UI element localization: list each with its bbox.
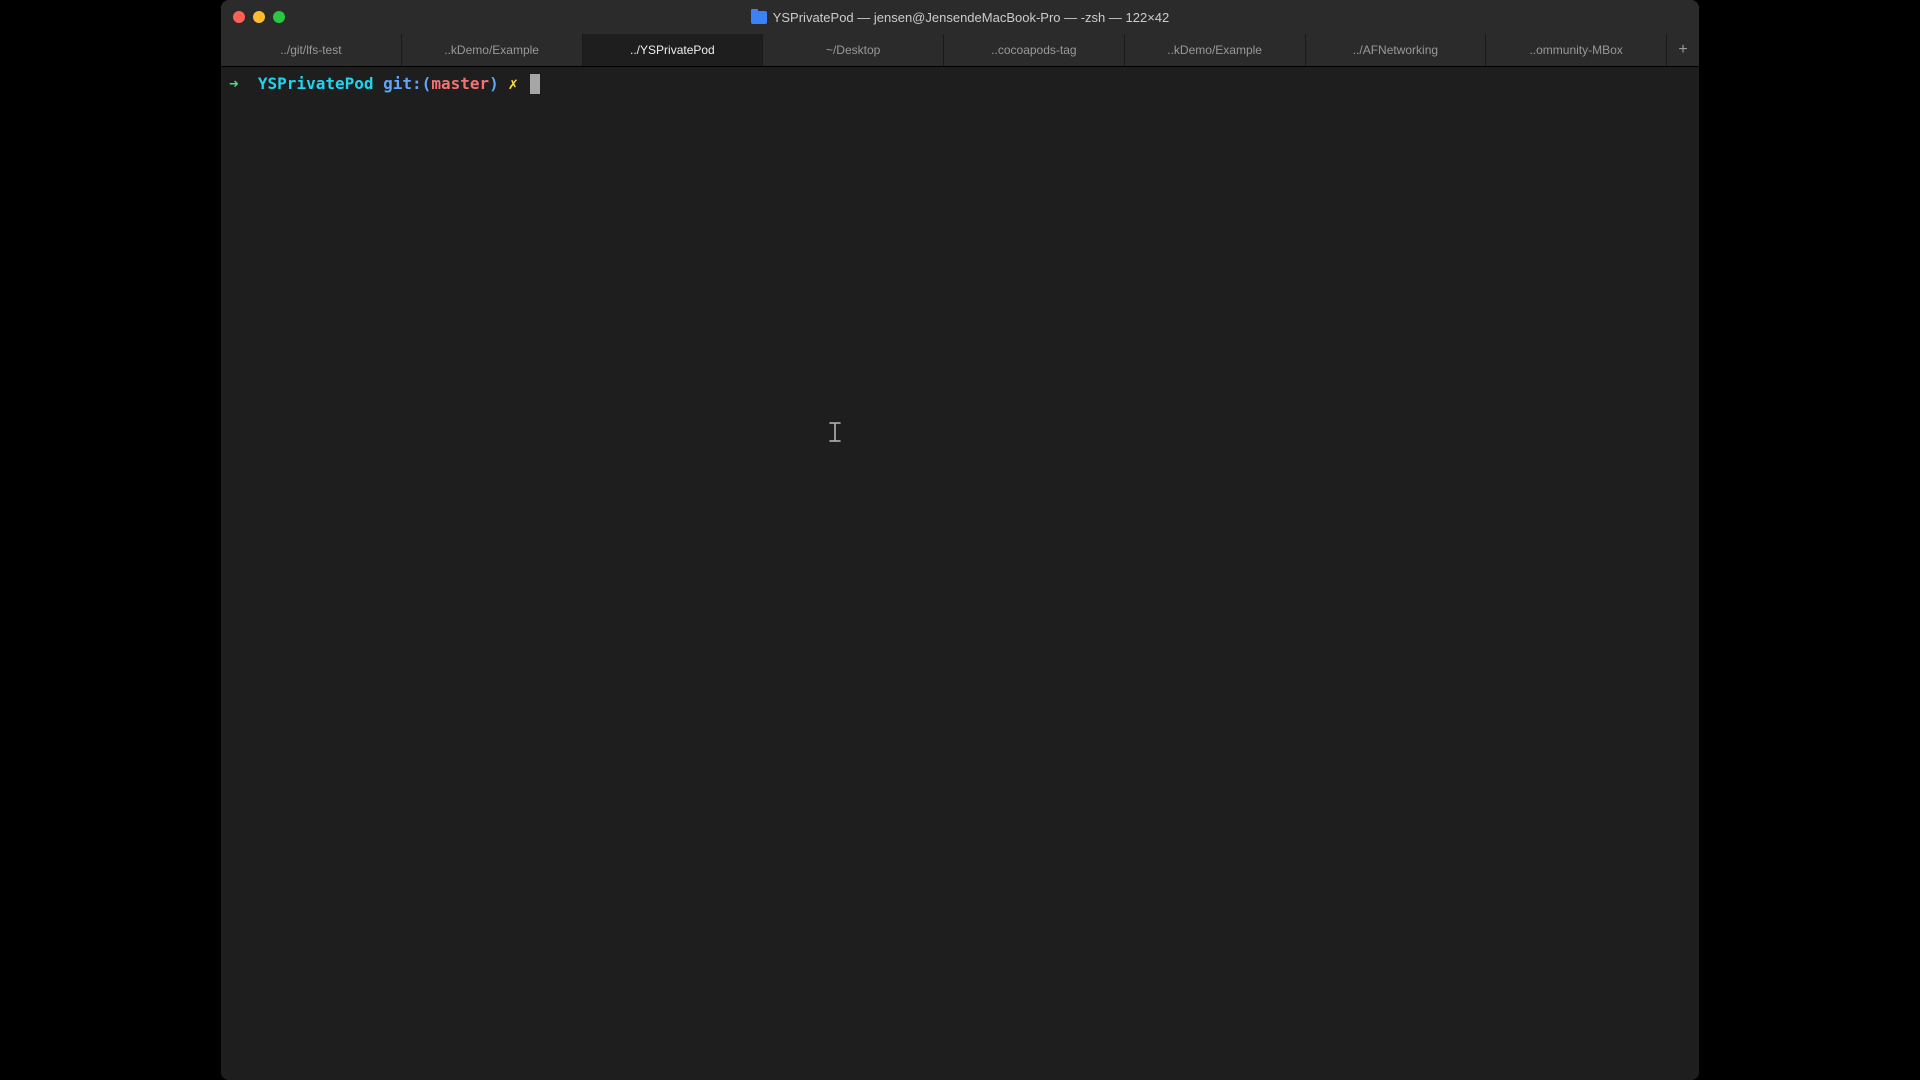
git-branch: master [431, 73, 489, 95]
terminal-body[interactable]: ➜ YSPrivatePod git:(master) ✗ [221, 67, 1699, 1080]
window-title-text: YSPrivatePod — jensen@JensendeMacBook-Pr… [773, 10, 1170, 25]
window-title: YSPrivatePod — jensen@JensendeMacBook-Pr… [233, 10, 1687, 25]
tab-afnetworking[interactable]: ../AFNetworking [1306, 34, 1487, 66]
prompt-line: ➜ YSPrivatePod git:(master) ✗ [229, 73, 1691, 95]
terminal-window: YSPrivatePod — jensen@JensendeMacBook-Pr… [221, 0, 1699, 1080]
git-paren-close: ) [489, 73, 499, 95]
maximize-button[interactable] [273, 11, 285, 23]
tab-ysprivatepod[interactable]: ../YSPrivatePod [583, 34, 764, 66]
minimize-button[interactable] [253, 11, 265, 23]
tab-community-mbox[interactable]: ..ommunity-MBox [1486, 34, 1667, 66]
prompt-arrow: ➜ [229, 73, 239, 95]
tab-cocoapods-tag[interactable]: ..cocoapods-tag [944, 34, 1125, 66]
folder-icon [751, 11, 767, 24]
terminal-cursor [530, 74, 540, 94]
git-paren-open: ( [422, 73, 432, 95]
tab-kdemo-example-2[interactable]: ..kDemo/Example [1125, 34, 1306, 66]
prompt-directory: YSPrivatePod [258, 73, 374, 95]
close-button[interactable] [233, 11, 245, 23]
tabbar: ../git/lfs-test ..kDemo/Example ../YSPri… [221, 34, 1699, 67]
titlebar: YSPrivatePod — jensen@JensendeMacBook-Pr… [221, 0, 1699, 34]
add-tab-button[interactable]: + [1667, 34, 1699, 66]
git-label: git: [383, 73, 422, 95]
tab-desktop[interactable]: ~/Desktop [763, 34, 944, 66]
git-dirty-marker: ✗ [508, 73, 518, 95]
tab-lfs-test[interactable]: ../git/lfs-test [221, 34, 402, 66]
traffic-lights [233, 11, 285, 23]
tab-kdemo-example-1[interactable]: ..kDemo/Example [402, 34, 583, 66]
text-cursor-icon [829, 422, 841, 442]
